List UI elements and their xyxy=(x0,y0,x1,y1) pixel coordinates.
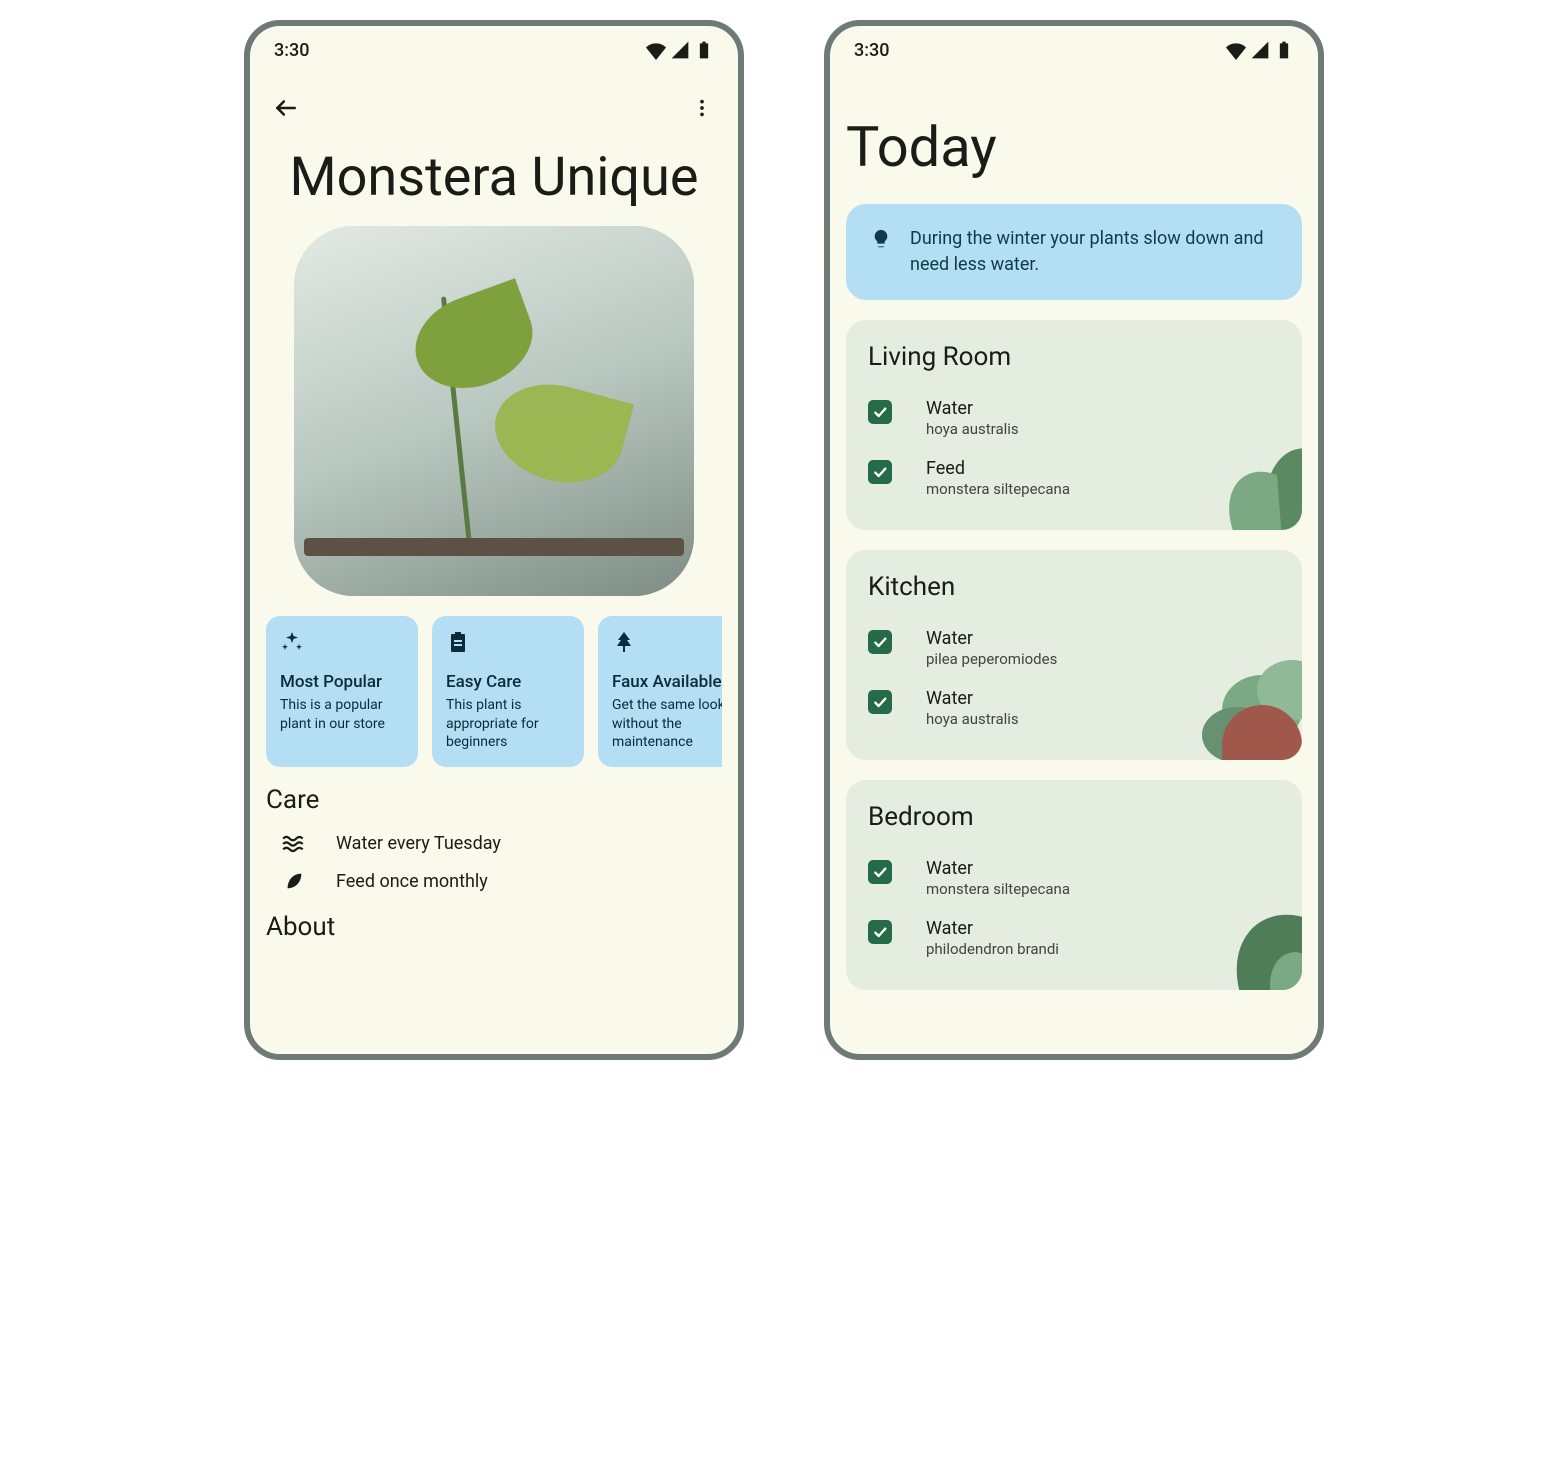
care-text: Feed once monthly xyxy=(336,871,488,892)
task-plant: hoya australis xyxy=(926,420,1019,438)
today-title: Today xyxy=(830,74,1318,204)
task-action: Feed xyxy=(926,458,1070,479)
status-bar: 3:30 xyxy=(250,26,738,74)
care-item-water: Water every Tuesday xyxy=(266,825,722,862)
wifi-icon xyxy=(1226,40,1246,60)
care-item-feed: Feed once monthly xyxy=(266,862,722,900)
tip-card: During the winter your plants slow down … xyxy=(846,204,1302,300)
back-button[interactable] xyxy=(266,88,306,128)
cellular-icon xyxy=(670,40,690,60)
task-checkbox[interactable] xyxy=(868,860,892,884)
clipboard-icon xyxy=(446,630,570,658)
sparkle-icon xyxy=(280,630,404,658)
tree-icon xyxy=(612,630,722,658)
task-plant: monstera siltepecana xyxy=(926,880,1070,898)
task-checkbox[interactable] xyxy=(868,630,892,654)
cellular-icon xyxy=(1250,40,1270,60)
room-title: Kitchen xyxy=(868,572,1280,602)
task-action: Water xyxy=(926,688,1019,709)
task-checkbox[interactable] xyxy=(868,690,892,714)
status-icons xyxy=(1226,40,1294,60)
task-action: Water xyxy=(926,918,1059,939)
top-bar xyxy=(250,74,738,142)
status-time: 3:30 xyxy=(274,40,309,61)
task-row[interactable]: Water hoya australis xyxy=(868,678,1280,738)
arrow-back-icon xyxy=(273,95,299,121)
room-card-living-room: Living Room Water hoya australis Feed mo… xyxy=(846,320,1302,530)
room-card-bedroom: Bedroom Water monstera siltepecana Water… xyxy=(846,780,1302,990)
room-card-kitchen: Kitchen Water pilea peperomiodes Water h… xyxy=(846,550,1302,760)
care-heading: Care xyxy=(266,785,722,815)
wifi-icon xyxy=(646,40,666,60)
task-row[interactable]: Water pilea peperomiodes xyxy=(868,618,1280,678)
task-plant: philodendron brandi xyxy=(926,940,1059,958)
status-icons xyxy=(646,40,714,60)
info-chips-row[interactable]: Most Popular This is a popular plant in … xyxy=(266,616,722,767)
phone-detail-screen: 3:30 Monstera Unique Most Popular xyxy=(244,20,744,1060)
chip-most-popular[interactable]: Most Popular This is a popular plant in … xyxy=(266,616,418,767)
chip-desc: This plant is appropriate for beginners xyxy=(446,696,570,751)
room-title: Bedroom xyxy=(868,802,1280,832)
task-action: Water xyxy=(926,398,1019,419)
leaf-icon xyxy=(280,870,308,892)
task-row[interactable]: Water philodendron brandi xyxy=(868,908,1280,968)
chip-title: Most Popular xyxy=(280,672,404,692)
care-text: Water every Tuesday xyxy=(336,833,501,854)
more-button[interactable] xyxy=(682,88,722,128)
task-checkbox[interactable] xyxy=(868,920,892,944)
task-plant: pilea peperomiodes xyxy=(926,650,1057,668)
lightbulb-icon xyxy=(870,228,892,278)
plant-title: Monstera Unique xyxy=(266,148,722,208)
task-row[interactable]: Water monstera siltepecana xyxy=(868,848,1280,908)
task-checkbox[interactable] xyxy=(868,460,892,484)
task-row[interactable]: Feed monstera siltepecana xyxy=(868,448,1280,508)
tip-text: During the winter your plants slow down … xyxy=(910,226,1278,278)
task-action: Water xyxy=(926,858,1070,879)
phone-today-screen: 3:30 Today During the winter your plants… xyxy=(824,20,1324,1060)
battery-icon xyxy=(1274,40,1294,60)
chip-title: Easy Care xyxy=(446,672,570,692)
water-icon xyxy=(280,834,308,854)
task-action: Water xyxy=(926,628,1057,649)
task-checkbox[interactable] xyxy=(868,400,892,424)
room-title: Living Room xyxy=(868,342,1280,372)
battery-icon xyxy=(694,40,714,60)
task-row[interactable]: Water hoya australis xyxy=(868,388,1280,448)
chip-desc: Get the same look without the maintenanc… xyxy=(612,696,722,751)
chip-easy-care[interactable]: Easy Care This plant is appropriate for … xyxy=(432,616,584,767)
plant-photo xyxy=(294,226,694,596)
status-bar: 3:30 xyxy=(830,26,1318,74)
status-time: 3:30 xyxy=(854,40,889,61)
chip-faux-available[interactable]: Faux Available Get the same look without… xyxy=(598,616,722,767)
chip-desc: This is a popular plant in our store xyxy=(280,696,404,732)
task-plant: monstera siltepecana xyxy=(926,480,1070,498)
more-vert-icon xyxy=(691,97,713,119)
about-heading: About xyxy=(266,912,722,942)
task-plant: hoya australis xyxy=(926,710,1019,728)
chip-title: Faux Available xyxy=(612,672,722,692)
